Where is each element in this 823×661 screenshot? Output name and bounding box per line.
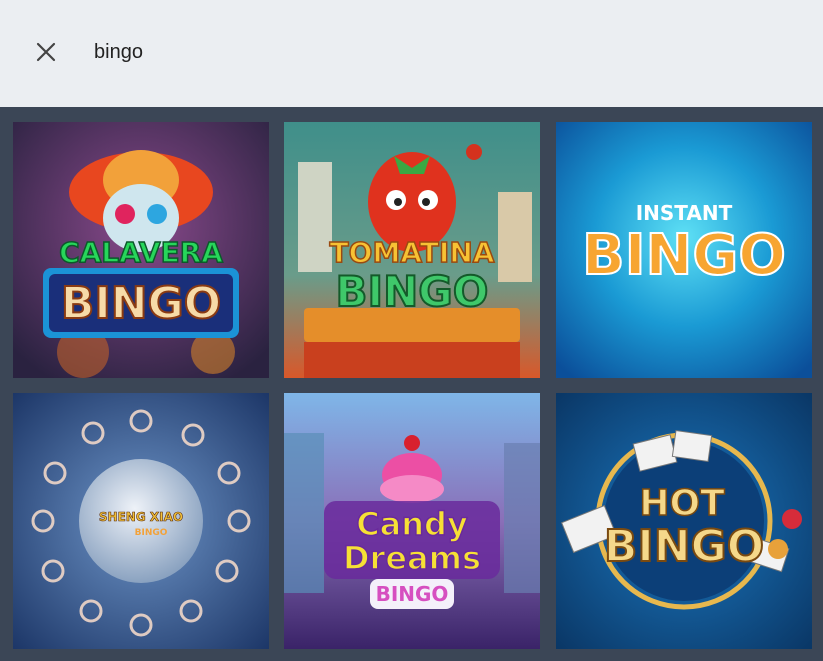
game-title-line1: HOT <box>639 483 725 524</box>
game-title-line1: SHENG XIAO <box>99 510 183 524</box>
game-tile-instant-bingo[interactable]: INSTANT BINGO <box>556 122 812 378</box>
game-title-line2: Dreams <box>343 539 481 577</box>
game-title-line2: BINGO <box>604 521 764 572</box>
game-tile-sheng-xiao-bingo[interactable]: SHENG XIAO BINGO <box>13 393 269 649</box>
game-title-line2: BINGO <box>61 278 221 329</box>
game-title-line1: CALAVERA <box>59 236 223 269</box>
game-title-line1: TOMATINA <box>330 236 495 269</box>
search-input[interactable] <box>94 36 774 68</box>
game-tile-candy-dreams-bingo[interactable]: Candy Dreams BINGO <box>284 393 540 649</box>
game-title-line2: BINGO <box>135 528 168 538</box>
search-bar <box>0 0 823 107</box>
game-title-line2: BINGO <box>582 223 786 288</box>
game-title-line3: BINGO <box>376 582 449 606</box>
game-tile-calavera-bingo[interactable]: CALAVERA BINGO <box>13 122 269 378</box>
game-title-line2: BINGO <box>336 267 489 316</box>
game-tile-tomatina-bingo[interactable]: TOMATINA BINGO <box>284 122 540 378</box>
close-search-button[interactable] <box>30 36 62 68</box>
game-tile-hot-bingo[interactable]: HOT BINGO <box>556 393 812 649</box>
game-title-line1: INSTANT <box>636 201 733 225</box>
close-icon <box>36 42 56 62</box>
game-title-line1: Candy <box>356 505 468 543</box>
